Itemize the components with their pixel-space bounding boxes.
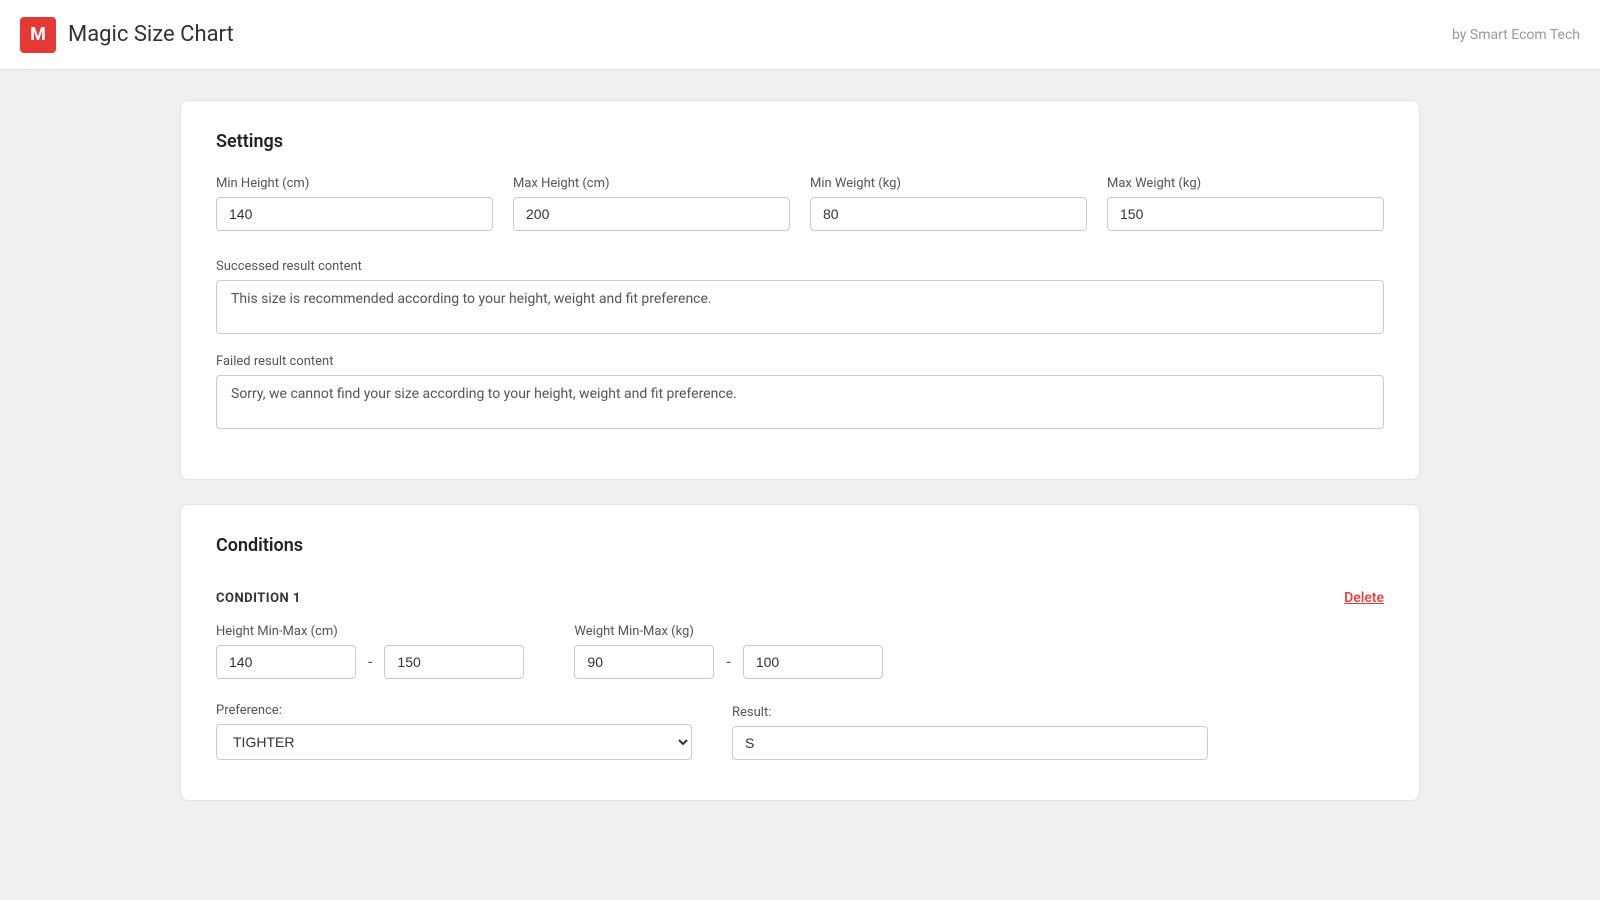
failed-group: Failed result content: [216, 354, 1384, 429]
preference-select[interactable]: TIGHTER REGULAR LOOSER: [216, 724, 692, 760]
header-left: M Magic Size Chart: [20, 17, 234, 53]
logo-letter: M: [30, 24, 46, 45]
failed-textarea[interactable]: [216, 375, 1384, 429]
success-group: Successed result content: [216, 259, 1384, 334]
preference-result-row: Preference: TIGHTER REGULAR LOOSER Resul…: [216, 703, 1384, 760]
max-weight-label: Max Weight (kg): [1107, 176, 1384, 191]
settings-card: Settings Min Height (cm) Max Height (cm)…: [180, 100, 1420, 480]
logo-box: M: [20, 17, 56, 53]
height-min-input[interactable]: [216, 645, 356, 679]
min-weight-group: Min Weight (kg): [810, 176, 1087, 231]
max-weight-input[interactable]: [1107, 197, 1384, 231]
weight-max-input[interactable]: [743, 645, 883, 679]
result-input[interactable]: [732, 726, 1208, 760]
weight-minmax-inputs: -: [574, 645, 882, 679]
min-weight-label: Min Weight (kg): [810, 176, 1087, 191]
settings-row: Min Height (cm) Max Height (cm) Min Weig…: [216, 176, 1384, 231]
min-height-input[interactable]: [216, 197, 493, 231]
weight-minmax-group: Weight Min-Max (kg) -: [574, 624, 882, 679]
condition-1-block: CONDITION 1 Delete Height Min-Max (cm) -…: [216, 580, 1384, 770]
weight-min-input[interactable]: [574, 645, 714, 679]
result-label: Result:: [732, 705, 1208, 720]
height-minmax-group: Height Min-Max (cm) -: [216, 624, 524, 679]
main-content: Settings Min Height (cm) Max Height (cm)…: [0, 70, 1600, 900]
result-group: Result:: [732, 705, 1208, 760]
min-weight-input[interactable]: [810, 197, 1087, 231]
conditions-title: Conditions: [216, 535, 1384, 556]
success-label: Successed result content: [216, 259, 1384, 274]
settings-title: Settings: [216, 131, 1384, 152]
height-minmax-inputs: -: [216, 645, 524, 679]
condition-1-header: CONDITION 1 Delete: [216, 590, 1384, 606]
height-separator: -: [364, 652, 376, 671]
success-textarea[interactable]: [216, 280, 1384, 334]
byline: by Smart Ecom Tech: [1452, 27, 1580, 43]
max-height-input[interactable]: [513, 197, 790, 231]
min-height-label: Min Height (cm): [216, 176, 493, 191]
conditions-card: Conditions CONDITION 1 Delete Height Min…: [180, 504, 1420, 801]
preference-label: Preference:: [216, 703, 692, 718]
min-height-group: Min Height (cm): [216, 176, 493, 231]
condition-1-title: CONDITION 1: [216, 591, 301, 606]
preference-group: Preference: TIGHTER REGULAR LOOSER: [216, 703, 692, 760]
height-minmax-label: Height Min-Max (cm): [216, 624, 524, 639]
app-title: Magic Size Chart: [68, 22, 234, 47]
max-height-label: Max Height (cm): [513, 176, 790, 191]
max-height-group: Max Height (cm): [513, 176, 790, 231]
failed-label: Failed result content: [216, 354, 1384, 369]
delete-button[interactable]: Delete: [1344, 590, 1384, 606]
height-max-input[interactable]: [384, 645, 524, 679]
max-weight-group: Max Weight (kg): [1107, 176, 1384, 231]
app-header: M Magic Size Chart by Smart Ecom Tech: [0, 0, 1600, 70]
weight-separator: -: [722, 652, 734, 671]
weight-minmax-label: Weight Min-Max (kg): [574, 624, 882, 639]
